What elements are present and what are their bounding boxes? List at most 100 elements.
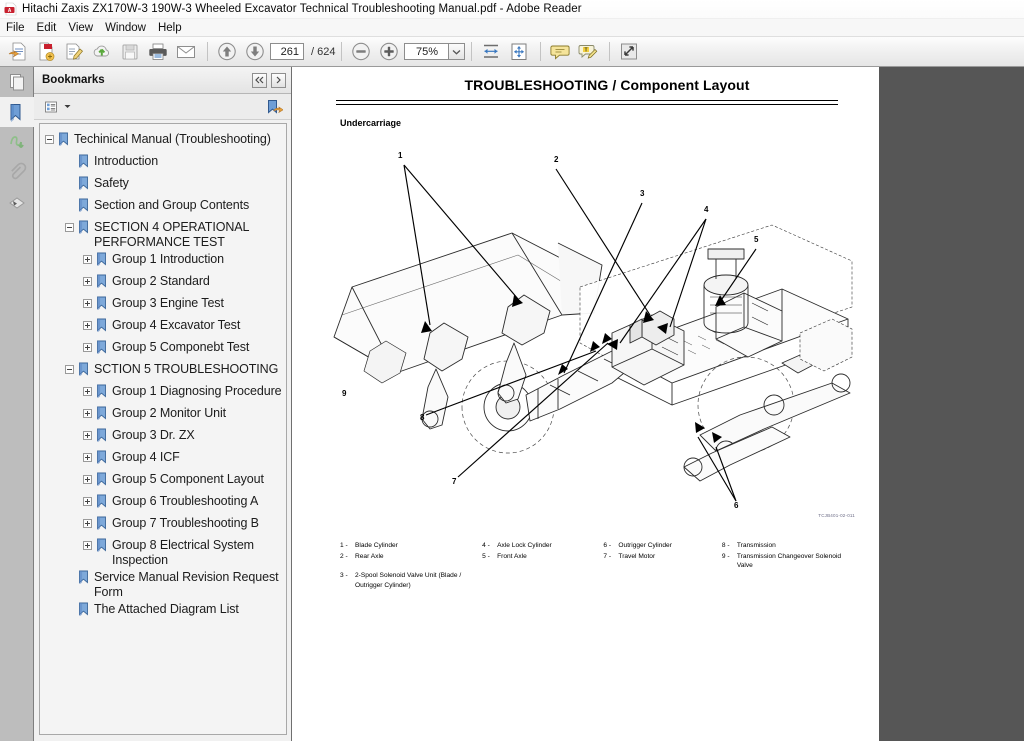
window-title: Hitachi Zaxis ZX170W-3 190W-3 Wheeled Ex… xyxy=(22,3,582,15)
expand-toggle-icon[interactable] xyxy=(83,497,92,506)
bookmark-item[interactable]: Group 4 ICF xyxy=(40,448,286,470)
bookmark-label: Section and Group Contents xyxy=(94,198,250,212)
bookmark-label: Group 2 Standard xyxy=(112,274,210,288)
toolbar-separator-5 xyxy=(609,42,611,61)
menu-help[interactable]: Help xyxy=(158,22,191,34)
expand-toggle-icon[interactable] xyxy=(83,321,92,330)
bookmark-item[interactable]: Section and Group Contents xyxy=(40,196,286,218)
bookmark-icon xyxy=(96,450,108,465)
expand-toggle-icon[interactable] xyxy=(83,409,92,418)
svg-text:T: T xyxy=(585,47,588,53)
expand-toggle-icon[interactable] xyxy=(83,387,92,396)
print-icon[interactable] xyxy=(145,40,171,64)
legend-item: 4 - Axle Lock Cylinder xyxy=(482,541,603,551)
bookmark-item[interactable]: Group 4 Excavator Test xyxy=(40,316,286,338)
bookmark-item[interactable]: Group 8 Electrical System Inspection xyxy=(40,536,286,568)
menu-view[interactable]: View xyxy=(68,22,102,34)
bookmark-options-icon[interactable] xyxy=(40,97,62,116)
expand-toggle-icon[interactable] xyxy=(83,453,92,462)
expand-toggle-icon[interactable] xyxy=(83,519,92,528)
legend-column-4: 8 - Transmission 9 - Transmission Change… xyxy=(722,541,845,591)
bookmarks-icon[interactable] xyxy=(0,97,34,127)
bookmark-label: Group 2 Monitor Unit xyxy=(112,406,227,420)
expand-next-icon[interactable] xyxy=(271,72,286,88)
page-number-input[interactable]: 261 xyxy=(270,43,304,60)
expand-toggle-icon[interactable] xyxy=(83,343,92,352)
bookmark-icon xyxy=(96,274,108,289)
bookmark-item[interactable]: SCTION 5 TROUBLESHOOTING xyxy=(40,360,286,382)
document-view[interactable]: TROUBLESHOOTING / Component Layout Under… xyxy=(292,67,1024,741)
page-thumbnails-icon[interactable] xyxy=(0,67,33,97)
bookmark-label: Service Manual Revision Request Form xyxy=(94,570,279,599)
expand-toggle-icon[interactable] xyxy=(83,541,92,550)
expand-toggle-icon[interactable] xyxy=(83,475,92,484)
save-icon[interactable] xyxy=(117,40,143,64)
edit-pdf-icon[interactable] xyxy=(61,40,87,64)
expand-toggle-icon[interactable] xyxy=(83,299,92,308)
callout-8: 8 xyxy=(420,413,425,422)
menu-window[interactable]: Window xyxy=(105,22,155,34)
expand-toggle-icon[interactable] xyxy=(83,431,92,440)
adobe-pdf-icon: A xyxy=(4,2,18,16)
zoom-in-icon[interactable] xyxy=(376,40,402,64)
collapse-toggle-icon[interactable] xyxy=(65,223,74,232)
fit-width-icon[interactable] xyxy=(478,40,504,64)
bookmark-item[interactable]: Group 2 Standard xyxy=(40,272,286,294)
bookmark-item[interactable]: Group 7 Troubleshooting B xyxy=(40,514,286,536)
fit-page-icon[interactable] xyxy=(506,40,532,64)
signatures-icon[interactable] xyxy=(0,127,33,157)
bookmark-item[interactable]: Group 3 Dr. ZX xyxy=(40,426,286,448)
bookmark-item[interactable]: Group 1 Diagnosing Procedure xyxy=(40,382,286,404)
bookmark-item[interactable]: Service Manual Revision Request Form xyxy=(40,568,286,600)
bookmark-item[interactable]: Group 6 Troubleshooting A xyxy=(40,492,286,514)
legend-column-1: 1 - Blade Cylinder 2 - Rear Axle 3 - 2-S… xyxy=(340,541,482,591)
email-icon[interactable] xyxy=(173,40,199,64)
bookmark-item[interactable]: Group 3 Engine Test xyxy=(40,294,286,316)
fullscreen-icon[interactable] xyxy=(616,40,642,64)
bookmark-item[interactable]: Group 5 Component Layout xyxy=(40,470,286,492)
open-file-icon[interactable] xyxy=(5,40,31,64)
bookmark-label: SCTION 5 TROUBLESHOOTING xyxy=(94,362,279,376)
legend-item: 1 - Blade Cylinder xyxy=(340,541,482,551)
bookmark-icon xyxy=(96,318,108,333)
create-pdf-icon[interactable] xyxy=(33,40,59,64)
collapse-toggle-icon[interactable] xyxy=(65,365,74,374)
new-bookmark-icon[interactable] xyxy=(263,97,285,116)
bookmarks-tree-container[interactable]: Techinical Manual (Troubleshooting) Intro… xyxy=(39,123,287,735)
chevron-down-icon[interactable] xyxy=(448,43,466,60)
next-page-icon[interactable] xyxy=(242,40,268,64)
legend-text: 2-Spool Solenoid Valve Unit (Blade / Out… xyxy=(355,572,462,589)
zoom-out-icon[interactable] xyxy=(348,40,374,64)
bookmark-item[interactable]: Group 2 Monitor Unit xyxy=(40,404,286,426)
sticky-note-icon[interactable] xyxy=(547,40,573,64)
menu-file[interactable]: File xyxy=(6,22,34,34)
menu-edit[interactable]: Edit xyxy=(37,22,66,34)
zoom-level-input[interactable]: 75% xyxy=(404,43,449,60)
attachments-icon[interactable] xyxy=(0,157,33,187)
previous-page-icon[interactable] xyxy=(214,40,240,64)
collapse-toggle-icon[interactable] xyxy=(45,135,54,144)
callout-4: 4 xyxy=(704,205,709,214)
callout-9: 9 xyxy=(342,389,347,398)
bookmarks-panel-header: Bookmarks xyxy=(34,67,291,94)
bookmark-item[interactable]: Group 5 Componebt Test xyxy=(40,338,286,360)
legend-item: 8 - Transmission xyxy=(722,541,845,551)
bookmark-item[interactable]: The Attached Diagram List xyxy=(40,600,286,622)
collapse-all-icon[interactable] xyxy=(252,72,267,88)
upload-cloud-icon[interactable] xyxy=(89,40,115,64)
legend-text: Outrigger Cylinder xyxy=(618,542,672,549)
bookmark-icon xyxy=(78,602,90,617)
bookmark-item[interactable]: Techinical Manual (Troubleshooting) xyxy=(40,130,286,152)
caret-down-icon[interactable] xyxy=(62,97,72,116)
expand-toggle-icon[interactable] xyxy=(83,277,92,286)
bookmark-item[interactable]: Safety xyxy=(40,174,286,196)
expand-toggle-icon[interactable] xyxy=(83,255,92,264)
bookmark-item[interactable]: Introduction xyxy=(40,152,286,174)
layers-icon[interactable] xyxy=(0,187,33,217)
legend-number: 3 - xyxy=(340,572,348,579)
highlight-text-icon[interactable]: T xyxy=(575,40,601,64)
bookmark-icon xyxy=(96,516,108,531)
bookmark-item[interactable]: SECTION 4 OPERATIONAL PERFORMANCE TEST xyxy=(40,218,286,250)
main-area: Bookmarks Techinical Manual (Troubleshoo… xyxy=(0,67,1024,741)
bookmark-item[interactable]: Group 1 Introduction xyxy=(40,250,286,272)
